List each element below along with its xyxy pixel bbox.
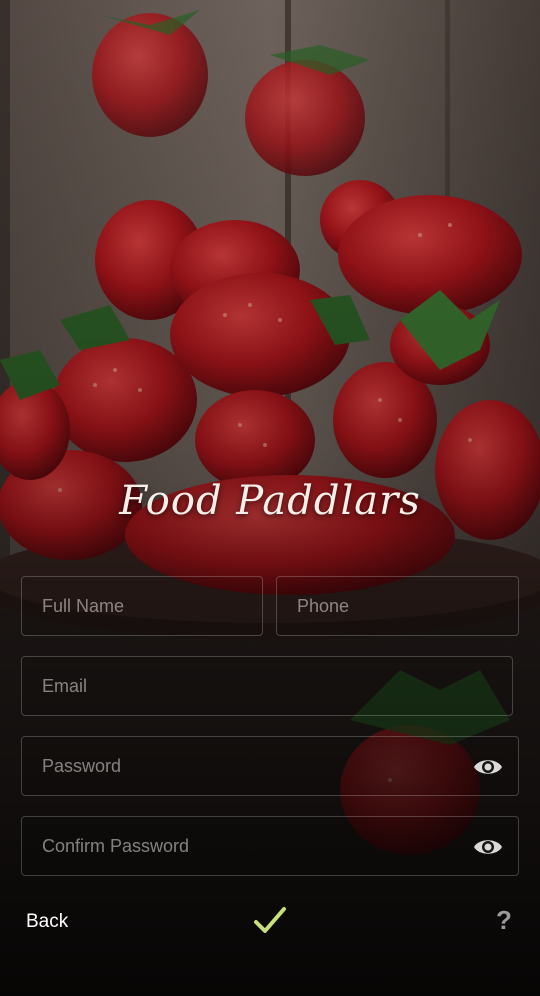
confirm-password-input[interactable] (22, 817, 518, 875)
phone-input[interactable] (277, 577, 518, 635)
full-name-input[interactable] (22, 577, 262, 635)
password-field[interactable] (21, 736, 519, 796)
full-name-field[interactable] (21, 576, 263, 636)
brand-title: Food Paddlars (119, 478, 421, 524)
help-button[interactable]: ? (496, 905, 512, 936)
signup-screen: Food Paddlars Back ? (0, 0, 540, 996)
phone-field[interactable] (276, 576, 519, 636)
email-field[interactable] (21, 656, 513, 716)
confirm-password-field[interactable] (21, 816, 519, 876)
back-button[interactable]: Back (26, 911, 68, 933)
check-icon[interactable] (252, 903, 288, 939)
eye-icon[interactable] (472, 755, 504, 779)
password-input[interactable] (22, 737, 518, 795)
eye-icon[interactable] (472, 835, 504, 859)
email-input[interactable] (22, 657, 512, 715)
